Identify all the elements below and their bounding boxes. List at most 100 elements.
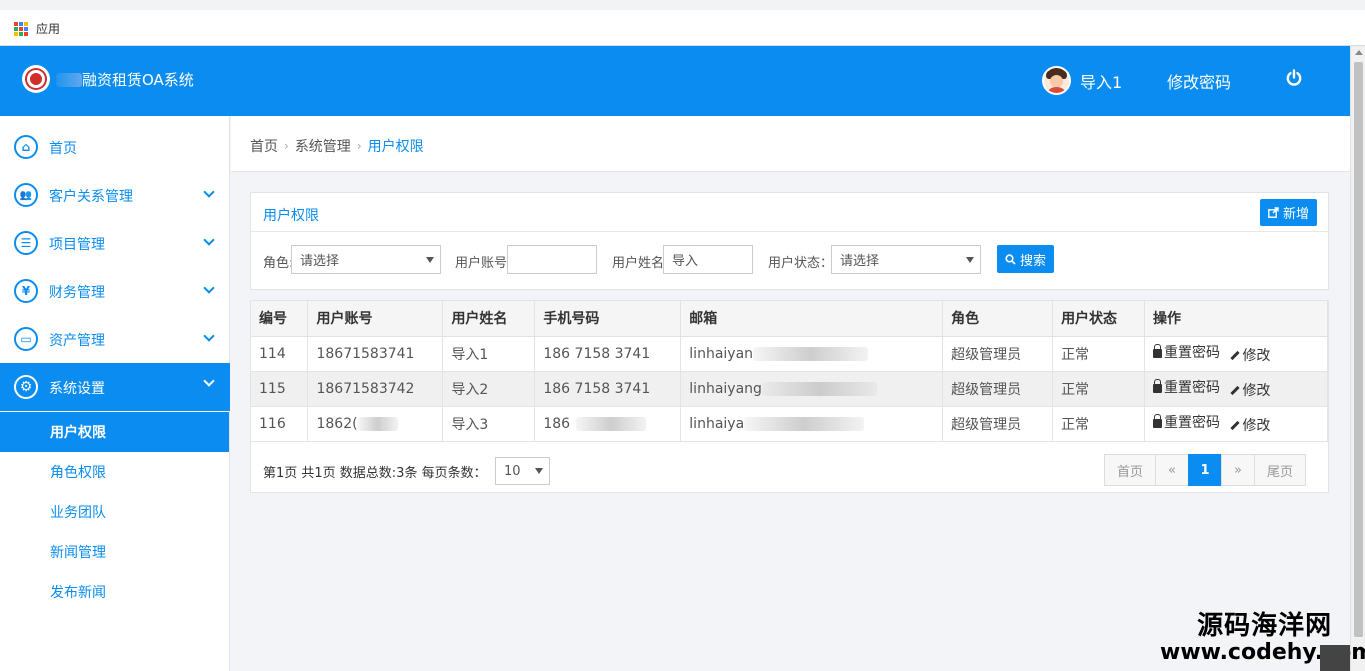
table-row: 114 18671583741 导入1 186 7158 3741 linhai… — [251, 336, 1329, 372]
breadcrumb-home[interactable]: 首页 — [250, 136, 278, 156]
submenu-publish-news[interactable]: 发布新闻 — [0, 572, 229, 612]
cell-name: 导入3 — [442, 406, 536, 442]
last-page-button[interactable]: 尾页 — [1254, 454, 1306, 486]
breadcrumb-separator-icon: › — [284, 139, 289, 153]
user-table-panel: 编号 用户账号 用户姓名 手机号码 邮箱 角色 用户状态 操作 114 1867… — [250, 300, 1329, 493]
column-header-account: 用户账号 — [307, 301, 444, 337]
document-icon: ▭ — [14, 327, 38, 351]
role-select[interactable]: 请选择 — [291, 245, 441, 274]
cell-phone: 186 7158 3741 — [534, 336, 682, 372]
cell-email: linhaiyang — [680, 371, 944, 407]
breadcrumb-system-management[interactable]: 系统管理 — [295, 136, 351, 156]
blurred-email — [744, 416, 865, 431]
edit-button[interactable]: 修改 — [1230, 380, 1270, 400]
sidebar-item-crm[interactable]: 👥 客户关系管理 — [0, 171, 230, 219]
cell-name: 导入2 — [442, 371, 536, 407]
home-icon: ⌂ — [14, 135, 38, 159]
next-page-button[interactable]: » — [1221, 454, 1255, 486]
column-header-name: 用户姓名 — [442, 301, 536, 337]
role-filter-label: 角色: — [263, 256, 294, 271]
search-button[interactable]: 搜索 — [997, 245, 1054, 273]
submenu-news-management[interactable]: 新闻管理 — [0, 532, 229, 572]
cell-status: 正常 — [1052, 336, 1145, 372]
sidebar: ⌂ 首页 👥 客户关系管理 ☰ 项目管理 ¥ 财务管理 ▭ 资产管理 ⚙ 系统设… — [0, 116, 230, 671]
cell-id: 114 — [251, 336, 309, 372]
cell-phone: 186 — [534, 406, 682, 442]
reset-password-button[interactable]: 重置密码 — [1152, 412, 1220, 432]
submenu-role-permissions[interactable]: 角色权限 — [0, 452, 229, 492]
table-header-row: 编号 用户账号 用户姓名 手机号码 邮箱 角色 用户状态 操作 — [251, 301, 1329, 337]
blurred-email — [753, 346, 869, 361]
cell-role: 超级管理员 — [942, 336, 1054, 372]
bookmark-apps[interactable]: 应用 — [14, 20, 60, 37]
pagination: 首页 « 1 » 尾页 — [1104, 454, 1306, 486]
table-row: 116 1862( 导入3 186 linhaiya 超级管理员 正常 重置密码… — [251, 406, 1329, 442]
page-scrollbar[interactable] — [1350, 46, 1365, 671]
name-filter-label: 用户姓名: — [612, 256, 669, 271]
power-icon[interactable] — [1285, 69, 1303, 87]
add-external-icon — [1268, 207, 1279, 218]
lock-icon — [1152, 343, 1162, 358]
lock-icon — [1152, 413, 1162, 428]
account-filter-label: 用户账号: — [455, 256, 512, 271]
pager-info: 第1页 共1页 数据总数:3条 每页条数： — [263, 466, 487, 481]
column-header-phone: 手机号码 — [534, 301, 682, 337]
sidebar-item-assets[interactable]: ▭ 资产管理 — [0, 315, 230, 363]
sidebar-item-home[interactable]: ⌂ 首页 — [0, 123, 230, 171]
user-name: 导入1 — [1080, 72, 1123, 92]
name-input[interactable] — [663, 245, 753, 274]
first-page-button[interactable]: 首页 — [1104, 454, 1156, 486]
chevron-up-icon — [203, 375, 215, 387]
column-header-email: 邮箱 — [680, 301, 944, 337]
status-select[interactable]: 请选择 — [831, 245, 981, 274]
reset-password-button[interactable]: 重置密码 — [1152, 377, 1220, 397]
cell-role: 超级管理员 — [942, 406, 1054, 442]
current-user[interactable]: 导入1 — [1042, 66, 1122, 95]
chevron-down-icon — [203, 282, 215, 294]
sidebar-item-system-settings[interactable]: ⚙ 系统设置 — [0, 363, 230, 411]
cell-actions: 重置密码 修改 — [1144, 371, 1329, 407]
gear-icon: ⚙ — [14, 375, 38, 399]
chevron-down-icon — [426, 257, 434, 263]
company-logo — [22, 65, 50, 93]
page-size-select[interactable]: 10 — [495, 457, 550, 485]
edit-button[interactable]: 修改 — [1230, 415, 1270, 435]
chevron-down-icon — [203, 330, 215, 342]
panel-divider — [251, 231, 1328, 232]
cell-role: 超级管理员 — [942, 371, 1054, 407]
user-table: 编号 用户账号 用户姓名 手机号码 邮箱 角色 用户状态 操作 114 1867… — [251, 301, 1329, 442]
submenu-user-permissions[interactable]: 用户权限 — [0, 412, 229, 452]
reset-password-button[interactable]: 重置密码 — [1152, 342, 1220, 362]
chevron-down-icon — [966, 257, 974, 263]
users-icon: 👥 — [14, 183, 38, 207]
add-button[interactable]: 新增 — [1260, 199, 1317, 226]
change-password-link[interactable]: 修改密码 — [1167, 69, 1231, 93]
submenu-business-team[interactable]: 业务团队 — [0, 492, 229, 532]
sidebar-item-finance[interactable]: ¥ 财务管理 — [0, 267, 230, 315]
apps-grid-icon — [14, 21, 28, 36]
scroll-corner — [1320, 645, 1350, 671]
cell-account: 18671583742 — [307, 371, 444, 407]
pencil-icon — [1230, 420, 1241, 430]
cell-actions: 重置密码 修改 — [1144, 336, 1329, 372]
column-header-actions: 操作 — [1144, 301, 1329, 337]
scroll-thumb[interactable] — [1354, 62, 1363, 637]
scroll-up-arrow-icon[interactable] — [1355, 50, 1363, 55]
cell-id: 115 — [251, 371, 309, 407]
breadcrumb-current: 用户权限 — [367, 139, 424, 155]
cell-name: 导入1 — [442, 336, 536, 372]
cell-id: 116 — [251, 406, 309, 442]
page-1-button[interactable]: 1 — [1188, 454, 1222, 486]
cell-account: 1862( — [307, 406, 444, 442]
edit-button[interactable]: 修改 — [1230, 345, 1270, 365]
avatar — [1042, 66, 1071, 95]
top-header: 融资租赁OA系统 导入1 修改密码 — [0, 46, 1350, 116]
chevron-down-icon — [535, 468, 543, 474]
column-header-id: 编号 — [251, 301, 309, 337]
list-icon: ☰ — [14, 231, 38, 255]
prev-page-button[interactable]: « — [1155, 454, 1189, 486]
chevron-down-icon — [203, 186, 215, 198]
account-input[interactable] — [507, 245, 597, 274]
sidebar-item-projects[interactable]: ☰ 项目管理 — [0, 219, 230, 267]
column-header-role: 角色 — [942, 301, 1054, 337]
